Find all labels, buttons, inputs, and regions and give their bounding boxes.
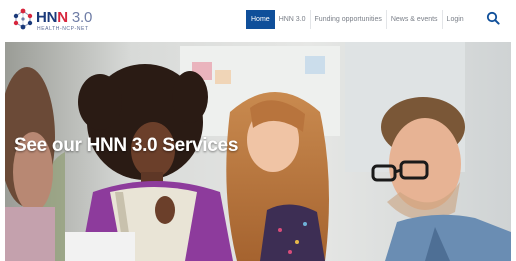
logo-wordmark: HNN 3.0 <box>36 9 92 26</box>
nav-item-funding[interactable]: Funding opportunities <box>311 10 387 29</box>
logo-version: 3.0 <box>67 9 93 26</box>
nav-item-news-events[interactable]: News & events <box>387 10 443 29</box>
logo-name-prefix: HN <box>36 9 58 26</box>
search-icon[interactable] <box>486 11 500 25</box>
nav-item-hnn[interactable]: HNN 3.0 <box>275 10 311 29</box>
logo-name-accent: N <box>57 9 68 26</box>
nav-item-login[interactable]: Login <box>443 10 468 29</box>
hero-title[interactable]: See our HNN 3.0 Services <box>14 135 238 157</box>
logo-tagline: HEALTH-NCP-NET <box>37 26 89 32</box>
hero-banner[interactable]: See our HNN 3.0 Services <box>5 42 511 261</box>
main-nav: Home HNN 3.0 Funding opportunities News … <box>246 10 468 29</box>
site-header: HNN 3.0 HEALTH-NCP-NET Home HNN 3.0 Fund… <box>0 0 516 40</box>
network-logo-icon <box>13 8 33 30</box>
nav-item-home[interactable]: Home <box>246 10 275 29</box>
hnn-logo[interactable]: HNN 3.0 HEALTH-NCP-NET <box>12 6 104 34</box>
